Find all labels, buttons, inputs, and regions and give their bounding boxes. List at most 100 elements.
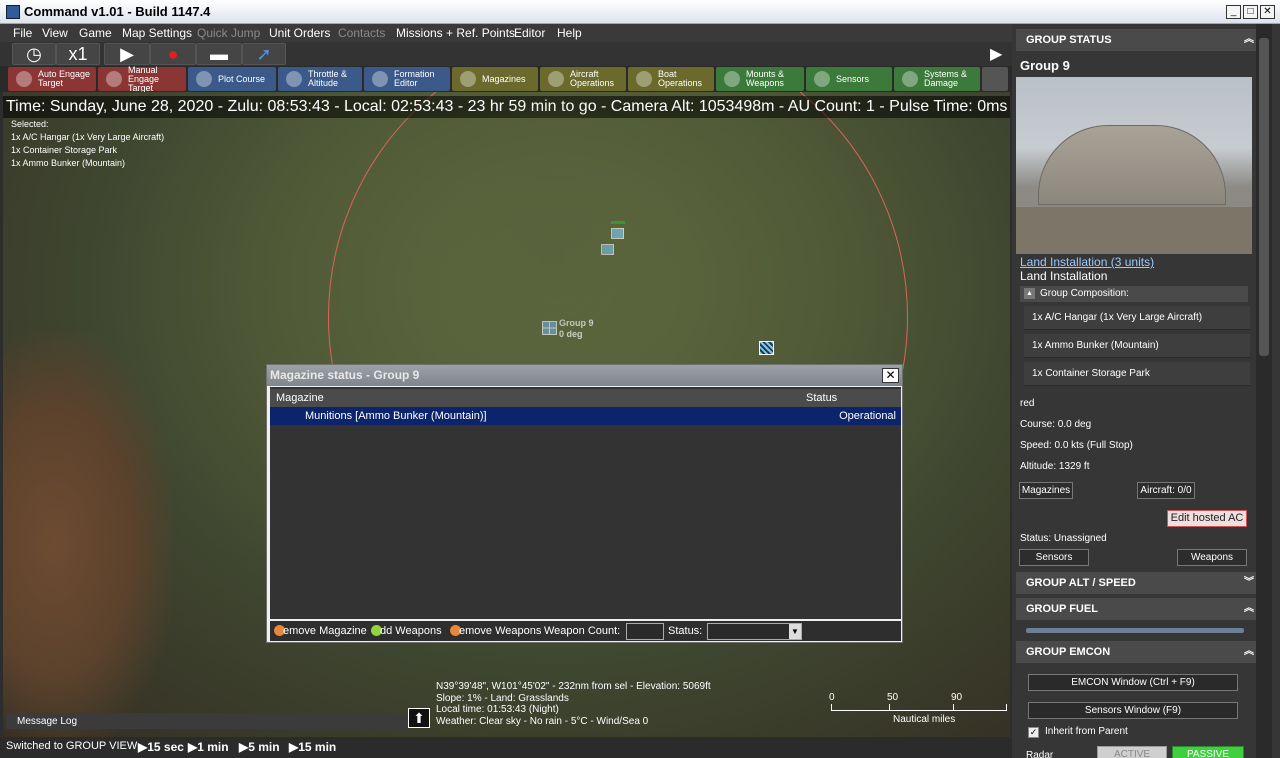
scrollbar-thumb[interactable] — [1259, 38, 1269, 356]
pause-icon[interactable]: ▬ — [196, 43, 242, 65]
sensors-toolbar-button[interactable]: Sensors — [806, 67, 892, 91]
step-15min-button[interactable]: ▶15 min — [289, 740, 336, 754]
maximize-button[interactable]: □ — [1243, 5, 1258, 19]
sensors-window-button[interactable]: Sensors Window (F9) — [1028, 702, 1238, 719]
inherit-label: Inherit from Parent — [1045, 726, 1128, 737]
aircraft-operations-button[interactable]: Aircraft Operations — [540, 67, 626, 91]
sensors-button[interactable]: Sensors — [1019, 549, 1089, 566]
order-toolbar: Auto Engage Target Manual Engage Target … — [0, 65, 1012, 92]
panel-scrollbar[interactable] — [1256, 24, 1272, 758]
add-weapons-button[interactable]: dd Weapons — [380, 625, 442, 637]
menu-unit-orders[interactable]: Unit Orders — [269, 26, 330, 40]
group-status-header[interactable]: GROUP STATUS ︽ — [1016, 29, 1262, 51]
menu-file[interactable]: File — [13, 26, 32, 40]
hangar-unit-icon[interactable] — [611, 228, 624, 239]
target-icon — [16, 71, 32, 87]
status-message: Switched to GROUP VIEW — [6, 740, 138, 752]
auto-engage-button[interactable]: Auto Engage Target — [8, 67, 96, 91]
altitude-label: Altitude: 1329 ft — [1020, 461, 1090, 472]
composition-item[interactable]: 1x Container Storage Park — [1024, 362, 1250, 386]
boat-operations-button[interactable]: Boat Operations — [628, 67, 714, 91]
formation-icon — [372, 71, 388, 87]
expand-arrow-icon[interactable]: ▶ — [990, 44, 1002, 64]
window-titlebar: Command v1.01 - Build 1147.4 _ □ ✕ — [0, 0, 1280, 24]
app-icon — [6, 5, 20, 19]
menu-game[interactable]: Game — [79, 26, 112, 40]
fuel-header[interactable]: GROUP FUEL ︽ — [1016, 598, 1262, 620]
composition-item[interactable]: 1x Ammo Bunker (Mountain) — [1024, 334, 1250, 358]
column-status[interactable]: Status — [806, 389, 837, 407]
unit-photo — [1016, 77, 1252, 254]
table-row[interactable]: Munitions [Ammo Bunker (Mountain)] Opera… — [270, 407, 901, 425]
boat-icon — [636, 71, 652, 87]
step-1min-button[interactable]: ▶1 min — [188, 740, 229, 754]
active-button[interactable]: ACTIVE — [1097, 746, 1167, 758]
magazine-status-dialog: Magazine status - Group 9 ✕ Magazine Sta… — [266, 364, 903, 643]
emcon-header[interactable]: GROUP EMCON ︽ — [1016, 641, 1262, 663]
inherit-checkbox[interactable]: ✓ — [1028, 727, 1039, 738]
mounts-weapons-button[interactable]: Mounts & Weapons — [716, 67, 804, 91]
selected-units-list: Selected: 1x A/C Hangar (1x Very Large A… — [11, 119, 165, 168]
time-bar: Time: Sunday, June 28, 2020 - Zulu: 08:5… — [3, 96, 1010, 118]
emcon-window-button[interactable]: EMCON Window (Ctrl + F9) — [1028, 674, 1238, 691]
aircraft-icon — [548, 71, 564, 87]
record-button[interactable]: ● — [150, 43, 196, 65]
menu-quick-jump[interactable]: Quick Jump — [197, 26, 260, 40]
step-15sec-button[interactable]: ▶15 sec — [138, 740, 184, 754]
systems-damage-button[interactable]: Systems & Damage — [894, 67, 980, 91]
group-status-panel: GROUP STATUS ︽ Group 9 Land Installation … — [1012, 24, 1280, 758]
magazines-button[interactable]: Magazines — [1019, 482, 1073, 499]
throttle-icon — [286, 71, 302, 87]
hangar-image — [1038, 125, 1226, 205]
menu-missions[interactable]: Missions + Ref. Points — [396, 26, 515, 40]
radar-icon — [814, 71, 830, 87]
status-label: Status: — [668, 625, 703, 637]
status-select[interactable]: ▼ — [707, 623, 802, 640]
speed-display[interactable]: x1 — [56, 43, 100, 65]
weapons-button[interactable]: Weapons — [1177, 549, 1247, 566]
unit-type-link[interactable]: Land Installation (3 units) — [1020, 255, 1154, 269]
menu-contacts[interactable]: Contacts — [338, 26, 385, 40]
menu-help[interactable]: Help — [557, 26, 582, 40]
formation-editor-button[interactable]: Formation Editor — [364, 67, 450, 91]
composition-item[interactable]: 1x A/C Hangar (1x Very Large Aircraft) — [1024, 306, 1250, 330]
quick-jump-arrow-icon[interactable]: ➚ — [242, 43, 286, 65]
clock-icon[interactable]: ◷ — [12, 43, 56, 65]
weapon-count-input[interactable] — [626, 623, 664, 640]
collapse-icon: ︽ — [1244, 646, 1254, 657]
north-arrow-icon[interactable]: ⬆ — [408, 708, 430, 728]
expand-icon: ︾ — [1244, 577, 1254, 588]
edit-hosted-ac-button[interactable]: Edit hosted AC — [1167, 510, 1247, 527]
dialog-footer: emove Magazine dd Weapons emove Weapons … — [270, 621, 901, 641]
menu-bar: File View Game Map Settings Quick Jump U… — [0, 24, 1012, 42]
toolbar-overflow-button[interactable] — [982, 67, 1008, 91]
menu-map-settings[interactable]: Map Settings — [122, 26, 192, 40]
group-9-label: Group 9 0 deg — [559, 318, 594, 339]
throttle-altitude-button[interactable]: Throttle & Altitude — [278, 67, 362, 91]
group-9-icon[interactable] — [542, 321, 557, 335]
play-button[interactable]: ▶ — [104, 43, 150, 65]
fuel-bar — [1026, 628, 1244, 633]
remove-magazine-button[interactable]: emove Magazine — [283, 625, 367, 637]
crosshair-icon — [106, 71, 122, 87]
status-label: Status: Unassigned — [1020, 533, 1107, 544]
menu-view[interactable]: View — [42, 26, 68, 40]
close-window-button[interactable]: ✕ — [1260, 5, 1275, 19]
storage-unit-icon[interactable] — [601, 244, 614, 255]
minimize-button[interactable]: _ — [1226, 5, 1241, 19]
plot-course-button[interactable]: Plot Course — [188, 67, 276, 91]
contact-icon[interactable] — [759, 341, 774, 355]
alt-speed-header[interactable]: GROUP ALT / SPEED ︾ — [1016, 572, 1262, 594]
aircraft-button[interactable]: Aircraft: 0/0 — [1137, 482, 1195, 499]
passive-button[interactable]: PASSIVE — [1172, 746, 1244, 758]
close-icon[interactable]: ✕ — [882, 368, 899, 383]
radar-label: Radar — [1026, 750, 1054, 758]
composition-header[interactable]: ▲ Group Composition: — [1020, 286, 1248, 302]
manual-engage-button[interactable]: Manual Engage Target — [98, 65, 186, 92]
menu-editor[interactable]: Editor — [514, 26, 545, 40]
step-5min-button[interactable]: ▶5 min — [239, 740, 280, 754]
column-magazine[interactable]: Magazine — [276, 389, 324, 407]
magazines-toolbar-button[interactable]: Magazines — [452, 67, 538, 91]
remove-weapons-button[interactable]: emove Weapons — [459, 625, 541, 637]
message-log-tab[interactable]: Message Log — [6, 713, 408, 729]
